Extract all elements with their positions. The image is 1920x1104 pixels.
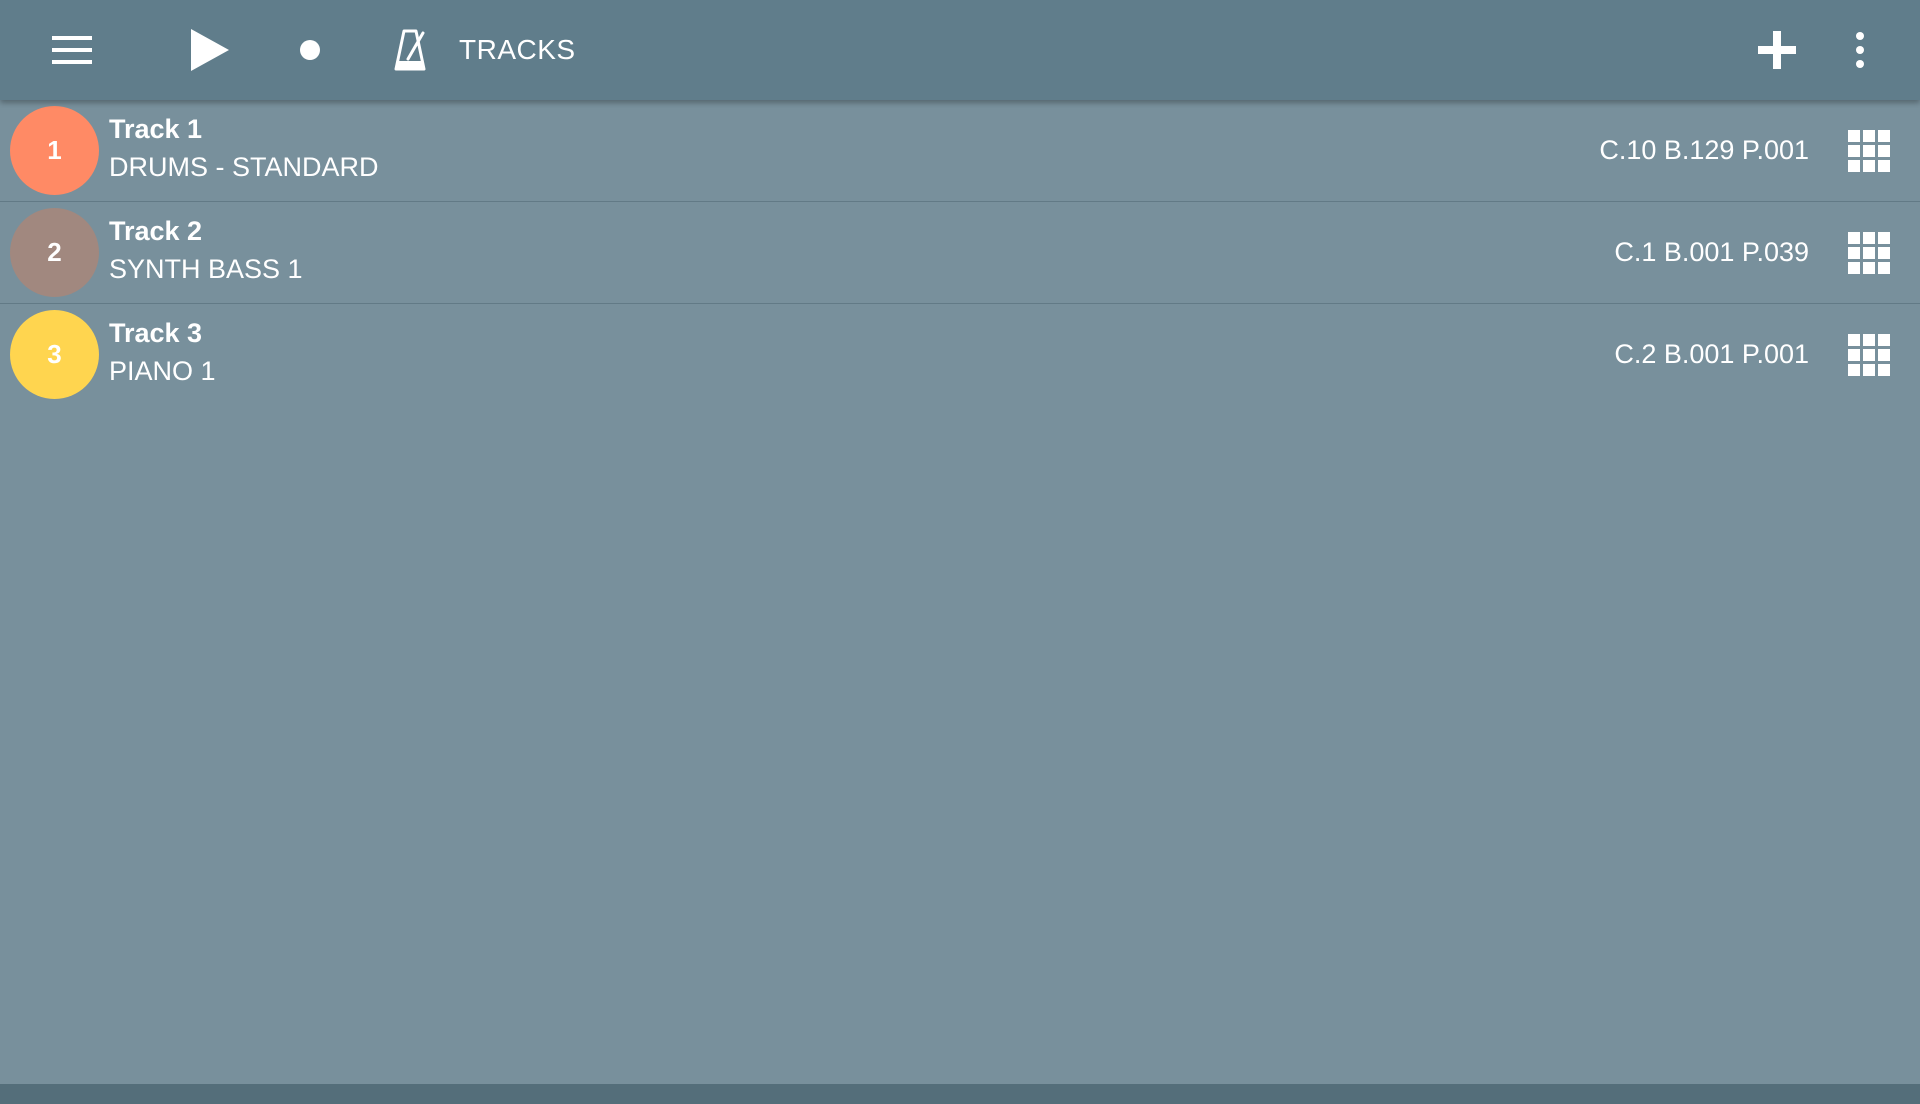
track-params: C.1 B.001 P.039: [1614, 237, 1809, 267]
menu-icon: [52, 36, 92, 64]
toolbar: TRACKS: [0, 0, 1920, 100]
metronome-button[interactable]: [390, 0, 430, 100]
track-number-badge[interactable]: 3: [10, 310, 99, 399]
record-button[interactable]: [290, 0, 330, 100]
track-instrument: DRUMS - STANDARD: [109, 152, 379, 182]
play-icon: [191, 29, 229, 71]
track-params: C.10 B.129 P.001: [1599, 135, 1809, 165]
add-icon: [1758, 31, 1796, 69]
more-options-button[interactable]: [1840, 0, 1880, 100]
metronome-icon: [394, 29, 426, 71]
track-number-badge[interactable]: 1: [10, 106, 99, 195]
track-number: 1: [47, 135, 62, 165]
add-track-button[interactable]: [1752, 0, 1802, 100]
track-number: 2: [47, 237, 62, 267]
track-list: 1 Track 1 DRUMS - STANDARD C.10 B.129 P.…: [0, 100, 1920, 405]
grid-icon[interactable]: [1848, 334, 1890, 376]
play-button[interactable]: [180, 0, 240, 100]
track-params: C.2 B.001 P.001: [1614, 339, 1809, 369]
record-icon: [300, 40, 320, 60]
track-row[interactable]: 2 Track 2 SYNTH BASS 1 C.1 B.001 P.039: [0, 202, 1920, 304]
track-row[interactable]: 1 Track 1 DRUMS - STANDARD C.10 B.129 P.…: [0, 100, 1920, 202]
track-name: Track 2: [109, 216, 203, 246]
more-vert-icon: [1856, 32, 1864, 68]
track-name: Track 1: [109, 114, 203, 144]
track-row[interactable]: 3 Track 3 PIANO 1 C.2 B.001 P.001: [0, 304, 1920, 405]
bottom-bar: [0, 1084, 1920, 1104]
grid-icon[interactable]: [1848, 232, 1890, 274]
grid-icon[interactable]: [1848, 130, 1890, 172]
track-number-badge[interactable]: 2: [10, 208, 99, 297]
page-title: TRACKS: [459, 34, 576, 65]
menu-button[interactable]: [42, 0, 102, 100]
track-name: Track 3: [109, 318, 203, 348]
track-instrument: SYNTH BASS 1: [109, 254, 303, 284]
track-number: 3: [47, 339, 62, 369]
app-window: TRACKS 1 Track 1 DRUMS - STANDARD C.10 B…: [0, 0, 1920, 1104]
track-instrument: PIANO 1: [109, 356, 216, 386]
